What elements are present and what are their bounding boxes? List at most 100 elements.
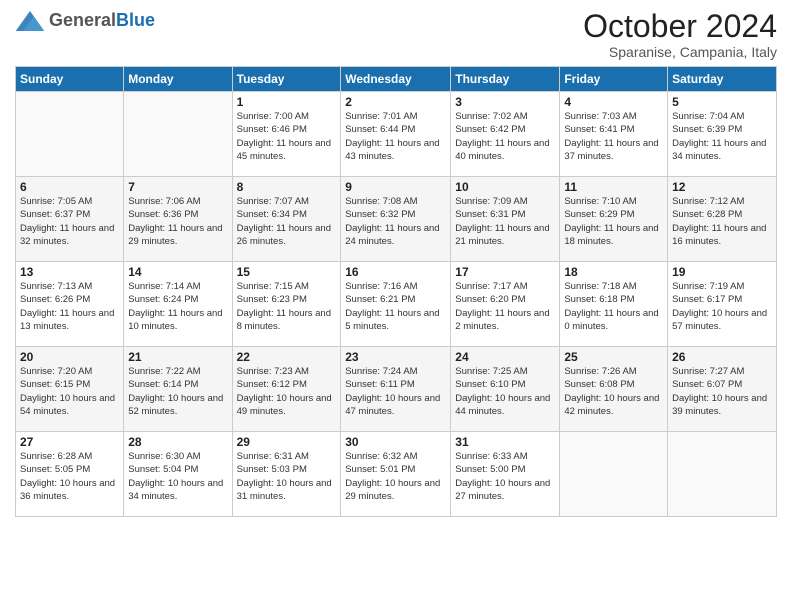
day-number: 7 — [128, 180, 227, 194]
day-info: Sunrise: 7:07 AMSunset: 6:34 PMDaylight:… — [237, 195, 337, 248]
day-cell: 3Sunrise: 7:02 AMSunset: 6:42 PMDaylight… — [451, 92, 560, 177]
day-number: 15 — [237, 265, 337, 279]
day-cell: 31Sunrise: 6:33 AMSunset: 5:00 PMDayligh… — [451, 432, 560, 517]
day-info: Sunrise: 7:19 AMSunset: 6:17 PMDaylight:… — [672, 280, 772, 333]
day-number: 21 — [128, 350, 227, 364]
day-info: Sunrise: 7:15 AMSunset: 6:23 PMDaylight:… — [237, 280, 337, 333]
day-cell: 8Sunrise: 7:07 AMSunset: 6:34 PMDaylight… — [232, 177, 341, 262]
day-info: Sunrise: 7:05 AMSunset: 6:37 PMDaylight:… — [20, 195, 119, 248]
day-number: 6 — [20, 180, 119, 194]
day-cell: 7Sunrise: 7:06 AMSunset: 6:36 PMDaylight… — [124, 177, 232, 262]
day-number: 30 — [345, 435, 446, 449]
weekday-header-wednesday: Wednesday — [341, 67, 451, 92]
day-info: Sunrise: 7:25 AMSunset: 6:10 PMDaylight:… — [455, 365, 555, 418]
day-info: Sunrise: 7:02 AMSunset: 6:42 PMDaylight:… — [455, 110, 555, 163]
day-number: 22 — [237, 350, 337, 364]
day-cell: 26Sunrise: 7:27 AMSunset: 6:07 PMDayligh… — [668, 347, 777, 432]
day-info: Sunrise: 7:08 AMSunset: 6:32 PMDaylight:… — [345, 195, 446, 248]
day-info: Sunrise: 7:06 AMSunset: 6:36 PMDaylight:… — [128, 195, 227, 248]
day-number: 9 — [345, 180, 446, 194]
day-cell: 2Sunrise: 7:01 AMSunset: 6:44 PMDaylight… — [341, 92, 451, 177]
week-row-5: 27Sunrise: 6:28 AMSunset: 5:05 PMDayligh… — [16, 432, 777, 517]
week-row-4: 20Sunrise: 7:20 AMSunset: 6:15 PMDayligh… — [16, 347, 777, 432]
week-row-1: 1Sunrise: 7:00 AMSunset: 6:46 PMDaylight… — [16, 92, 777, 177]
day-number: 29 — [237, 435, 337, 449]
day-number: 8 — [237, 180, 337, 194]
day-number: 5 — [672, 95, 772, 109]
weekday-header-thursday: Thursday — [451, 67, 560, 92]
day-cell: 22Sunrise: 7:23 AMSunset: 6:12 PMDayligh… — [232, 347, 341, 432]
day-cell: 29Sunrise: 6:31 AMSunset: 5:03 PMDayligh… — [232, 432, 341, 517]
day-number: 24 — [455, 350, 555, 364]
day-info: Sunrise: 7:24 AMSunset: 6:11 PMDaylight:… — [345, 365, 446, 418]
day-info: Sunrise: 6:31 AMSunset: 5:03 PMDaylight:… — [237, 450, 337, 503]
day-cell: 27Sunrise: 6:28 AMSunset: 5:05 PMDayligh… — [16, 432, 124, 517]
day-cell: 10Sunrise: 7:09 AMSunset: 6:31 PMDayligh… — [451, 177, 560, 262]
day-number: 18 — [564, 265, 663, 279]
day-cell: 4Sunrise: 7:03 AMSunset: 6:41 PMDaylight… — [560, 92, 668, 177]
header: GeneralBlue October 2024 Sparanise, Camp… — [15, 10, 777, 60]
day-cell — [560, 432, 668, 517]
logo: GeneralBlue — [15, 10, 155, 31]
day-info: Sunrise: 7:17 AMSunset: 6:20 PMDaylight:… — [455, 280, 555, 333]
day-info: Sunrise: 7:09 AMSunset: 6:31 PMDaylight:… — [455, 195, 555, 248]
day-number: 16 — [345, 265, 446, 279]
day-info: Sunrise: 7:23 AMSunset: 6:12 PMDaylight:… — [237, 365, 337, 418]
weekday-header-sunday: Sunday — [16, 67, 124, 92]
day-info: Sunrise: 7:12 AMSunset: 6:28 PMDaylight:… — [672, 195, 772, 248]
day-cell: 1Sunrise: 7:00 AMSunset: 6:46 PMDaylight… — [232, 92, 341, 177]
day-cell — [16, 92, 124, 177]
day-cell: 24Sunrise: 7:25 AMSunset: 6:10 PMDayligh… — [451, 347, 560, 432]
day-number: 23 — [345, 350, 446, 364]
day-cell: 25Sunrise: 7:26 AMSunset: 6:08 PMDayligh… — [560, 347, 668, 432]
title-section: October 2024 Sparanise, Campania, Italy — [583, 10, 777, 60]
day-number: 12 — [672, 180, 772, 194]
day-info: Sunrise: 7:03 AMSunset: 6:41 PMDaylight:… — [564, 110, 663, 163]
day-number: 11 — [564, 180, 663, 194]
location: Sparanise, Campania, Italy — [583, 44, 777, 60]
day-cell: 28Sunrise: 6:30 AMSunset: 5:04 PMDayligh… — [124, 432, 232, 517]
day-info: Sunrise: 7:14 AMSunset: 6:24 PMDaylight:… — [128, 280, 227, 333]
day-cell: 6Sunrise: 7:05 AMSunset: 6:37 PMDaylight… — [16, 177, 124, 262]
day-number: 2 — [345, 95, 446, 109]
weekday-header-row: SundayMondayTuesdayWednesdayThursdayFrid… — [16, 67, 777, 92]
calendar-table: SundayMondayTuesdayWednesdayThursdayFrid… — [15, 66, 777, 517]
day-info: Sunrise: 7:16 AMSunset: 6:21 PMDaylight:… — [345, 280, 446, 333]
week-row-2: 6Sunrise: 7:05 AMSunset: 6:37 PMDaylight… — [16, 177, 777, 262]
day-cell: 16Sunrise: 7:16 AMSunset: 6:21 PMDayligh… — [341, 262, 451, 347]
day-number: 14 — [128, 265, 227, 279]
day-info: Sunrise: 6:30 AMSunset: 5:04 PMDaylight:… — [128, 450, 227, 503]
day-number: 28 — [128, 435, 227, 449]
day-info: Sunrise: 7:13 AMSunset: 6:26 PMDaylight:… — [20, 280, 119, 333]
day-info: Sunrise: 7:22 AMSunset: 6:14 PMDaylight:… — [128, 365, 227, 418]
day-number: 1 — [237, 95, 337, 109]
logo-text: GeneralBlue — [49, 10, 155, 31]
day-number: 17 — [455, 265, 555, 279]
day-number: 10 — [455, 180, 555, 194]
day-cell: 21Sunrise: 7:22 AMSunset: 6:14 PMDayligh… — [124, 347, 232, 432]
day-info: Sunrise: 7:00 AMSunset: 6:46 PMDaylight:… — [237, 110, 337, 163]
day-cell: 12Sunrise: 7:12 AMSunset: 6:28 PMDayligh… — [668, 177, 777, 262]
day-number: 20 — [20, 350, 119, 364]
day-number: 13 — [20, 265, 119, 279]
month-title: October 2024 — [583, 10, 777, 42]
day-cell: 17Sunrise: 7:17 AMSunset: 6:20 PMDayligh… — [451, 262, 560, 347]
day-cell: 13Sunrise: 7:13 AMSunset: 6:26 PMDayligh… — [16, 262, 124, 347]
day-info: Sunrise: 6:28 AMSunset: 5:05 PMDaylight:… — [20, 450, 119, 503]
weekday-header-monday: Monday — [124, 67, 232, 92]
weekday-header-friday: Friday — [560, 67, 668, 92]
day-number: 3 — [455, 95, 555, 109]
day-info: Sunrise: 7:04 AMSunset: 6:39 PMDaylight:… — [672, 110, 772, 163]
calendar-page: GeneralBlue October 2024 Sparanise, Camp… — [0, 0, 792, 612]
day-cell: 20Sunrise: 7:20 AMSunset: 6:15 PMDayligh… — [16, 347, 124, 432]
day-info: Sunrise: 7:20 AMSunset: 6:15 PMDaylight:… — [20, 365, 119, 418]
day-cell: 14Sunrise: 7:14 AMSunset: 6:24 PMDayligh… — [124, 262, 232, 347]
day-number: 26 — [672, 350, 772, 364]
day-cell: 9Sunrise: 7:08 AMSunset: 6:32 PMDaylight… — [341, 177, 451, 262]
day-info: Sunrise: 6:33 AMSunset: 5:00 PMDaylight:… — [455, 450, 555, 503]
logo-icon — [15, 11, 45, 31]
day-cell: 19Sunrise: 7:19 AMSunset: 6:17 PMDayligh… — [668, 262, 777, 347]
day-cell — [668, 432, 777, 517]
day-number: 4 — [564, 95, 663, 109]
day-number: 25 — [564, 350, 663, 364]
